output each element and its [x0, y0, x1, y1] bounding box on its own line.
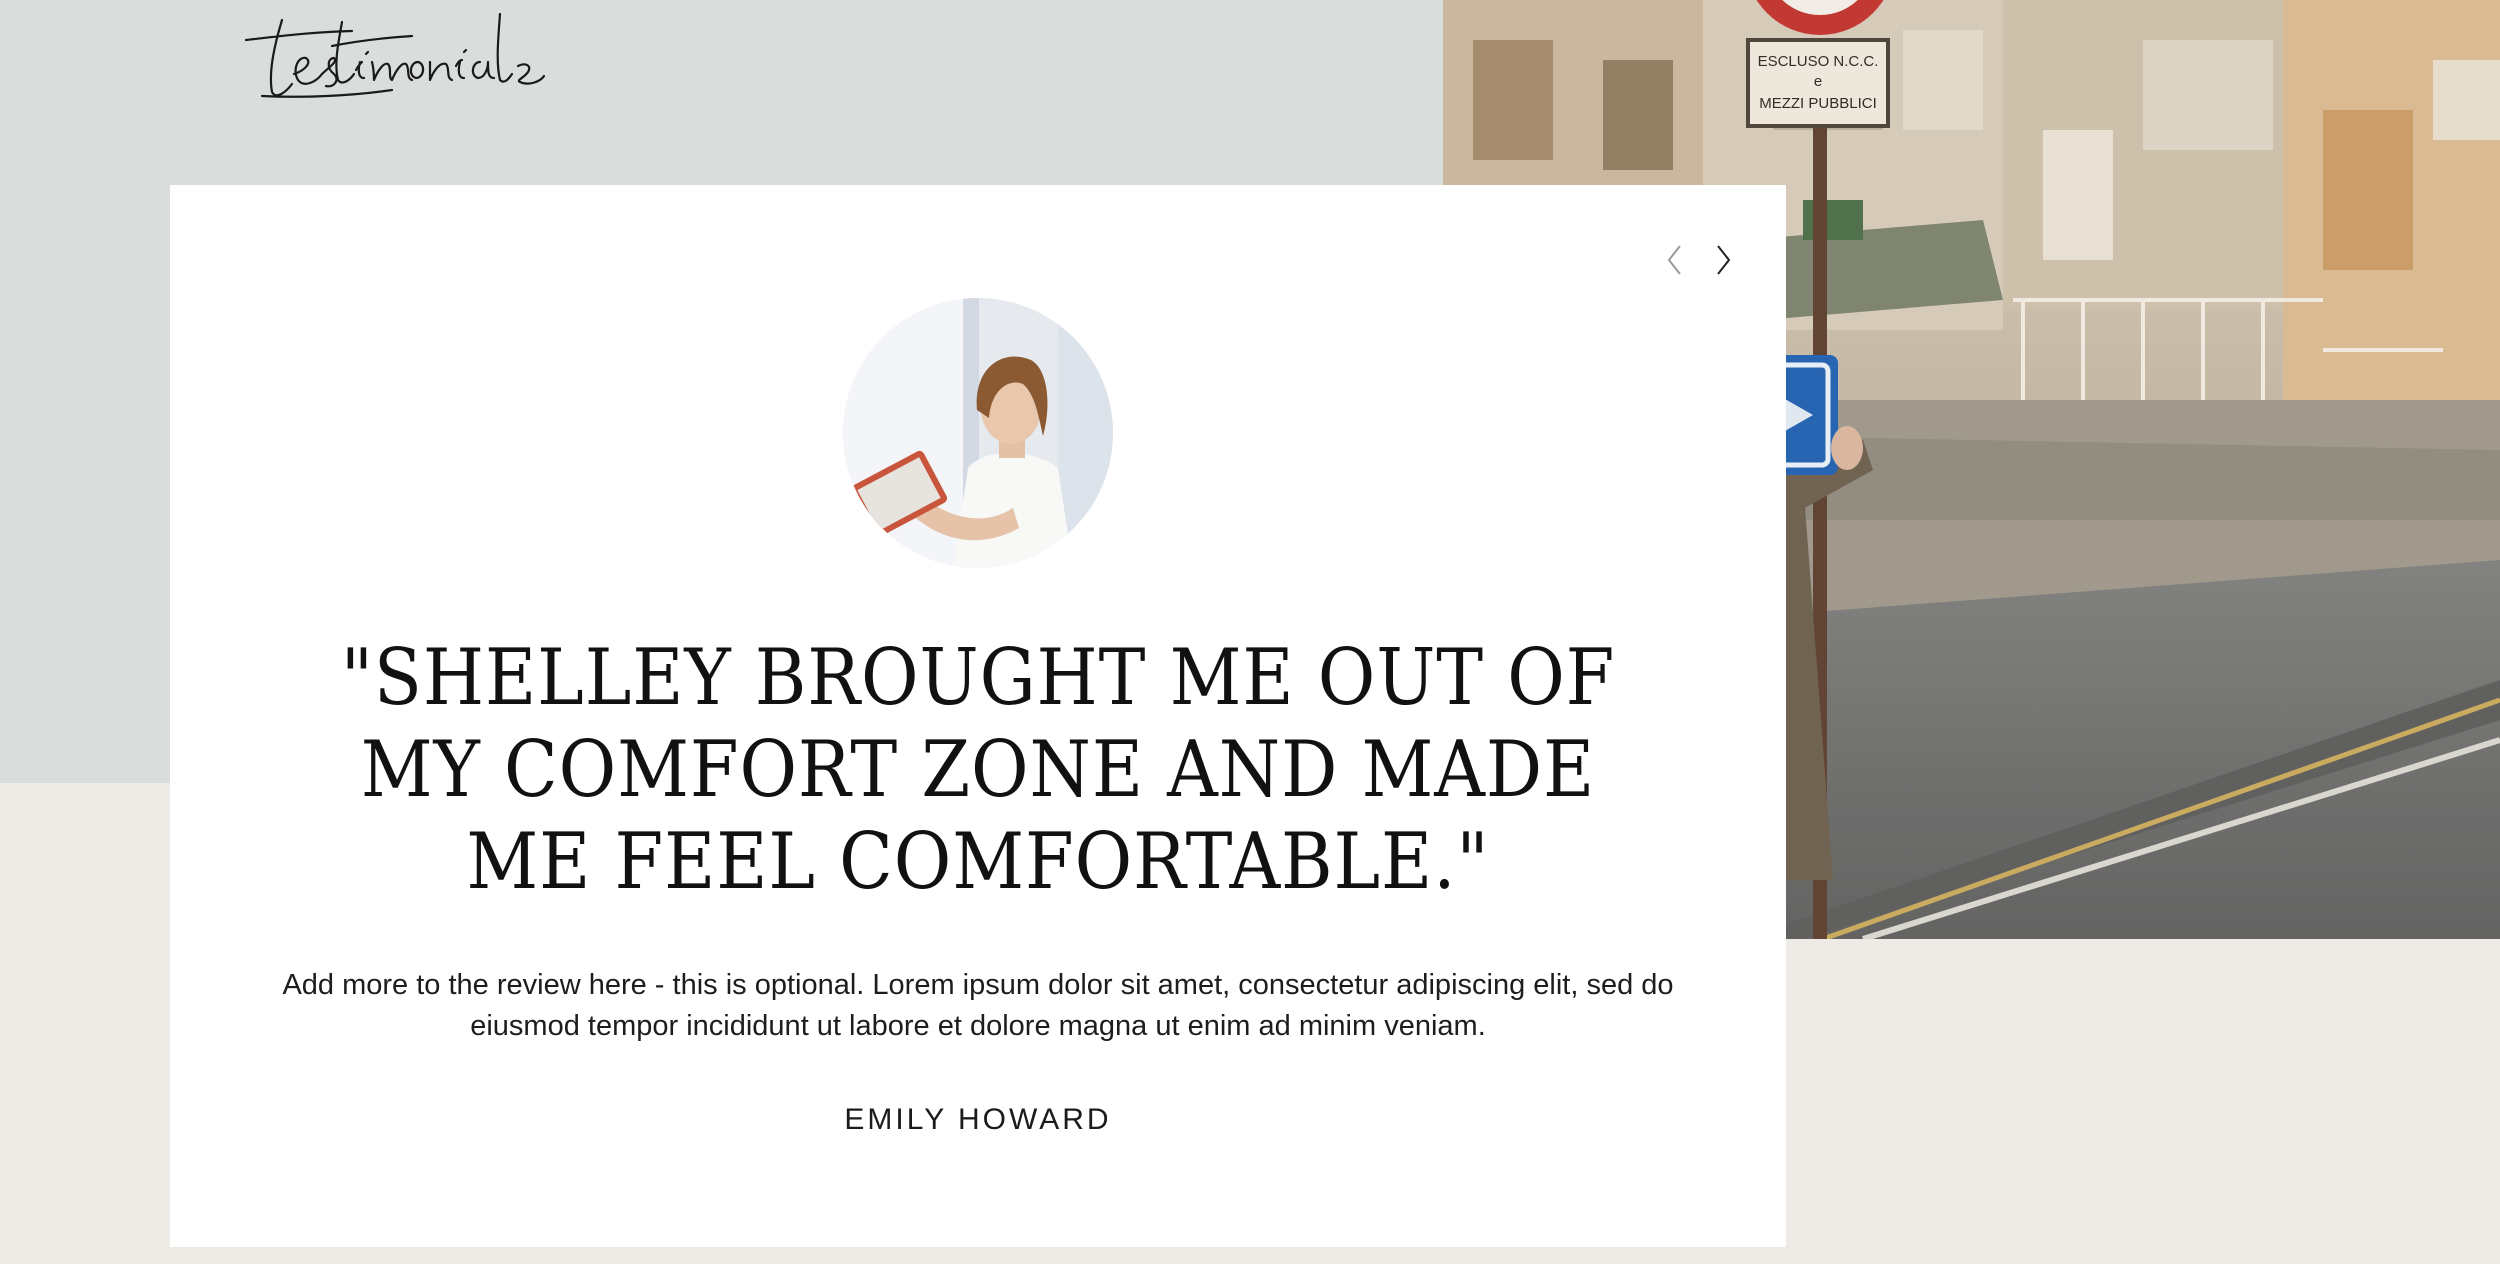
reviewer-name: EMILY HOWARD [844, 1103, 1112, 1136]
chevron-right-icon [1717, 245, 1731, 275]
section-heading-script [242, 0, 582, 110]
previous-testimonial-button[interactable] [1655, 235, 1695, 285]
testimonial-quote: "SHELLEY BROUGHT ME OUT OF MY COMFORT ZO… [340, 633, 1616, 907]
reviewer-avatar [843, 298, 1113, 568]
testimonial-body: Add more to the review here - this is op… [282, 969, 1674, 1042]
chevron-left-icon [1667, 245, 1681, 275]
testimonial-card: "SHELLEY BROUGHT ME OUT OF MY COMFORT ZO… [170, 185, 1786, 1247]
next-testimonial-button[interactable] [1703, 235, 1743, 285]
